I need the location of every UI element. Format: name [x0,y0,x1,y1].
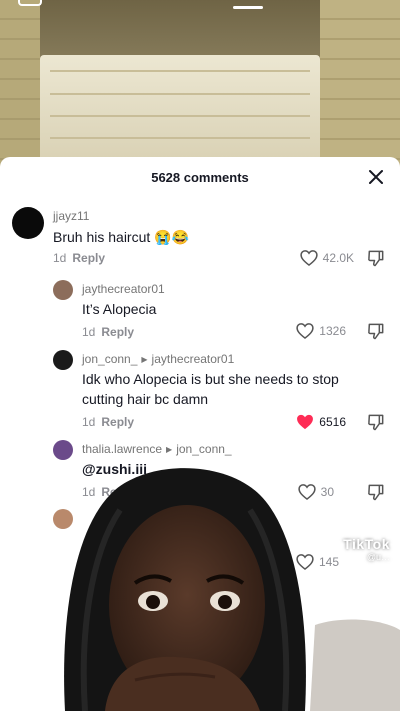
like-count: 42.0K [322,251,354,265]
dislike-icon[interactable] [366,248,386,268]
reply-arrow-icon: ▶ [141,355,148,364]
comment-count: 5628 comments [151,170,249,185]
reply-item: jon_conn_ ▶ jaythecreator01 Idk who Alopec… [0,347,400,437]
wall-panel-left [0,0,40,170]
comment-text: Bruh his haircut 😭😂 [53,229,190,245]
reply-to-username[interactable]: jon_conn_ [176,442,231,456]
tiktok-logo: TikTok [343,536,390,552]
reply-item: jaythecreator01 It’s Alopecia 1d Reply 13… [0,277,400,345]
heart-icon [299,250,318,267]
like-count: 6516 [319,415,346,429]
username-label[interactable]: thalia.lawrence [82,442,162,456]
like-button[interactable]: 6516 [295,412,346,432]
comment-username[interactable]: jjayz11 [53,209,89,223]
creator-face-overlay [64,468,400,711]
sheet-header: 5628 comments [0,157,400,197]
reply-button[interactable]: Reply [101,415,134,429]
top-indicator [233,6,263,9]
heart-icon [296,323,314,340]
reply-to-username[interactable]: jaythecreator01 [152,352,235,366]
top-left-icon[interactable] [18,0,42,6]
comment-meta: 1d Reply [82,325,134,339]
close-icon[interactable] [366,167,386,187]
comment-meta: 1d Reply [82,415,134,429]
comment-meta: 1d Reply [53,251,105,265]
tiktok-watermark: TikTok @u… [343,536,390,562]
avatar[interactable] [12,207,44,239]
reply-button[interactable]: Reply [72,251,105,265]
comment-item: jjayz11 Bruh his haircut 😭😂 1d Reply 42.0… [0,205,400,275]
heart-filled-icon [297,414,314,430]
avatar[interactable] [53,350,73,370]
wall-panel-right [320,0,400,170]
comment-text: It’s Alopecia [82,301,157,317]
avatar[interactable] [53,440,73,460]
username-label[interactable]: jon_conn_ [82,352,137,366]
reply-arrow-icon: ▶ [166,445,173,454]
avatar[interactable] [53,280,73,300]
comment-text: Idk who Alopecia is but she needs to sto… [82,371,339,407]
comment-username[interactable]: thalia.lawrence ▶ jon_conn_ [82,442,232,456]
comment-time: 1d [82,325,96,339]
like-button[interactable]: 42.0K [299,248,354,268]
reply-button[interactable]: Reply [101,325,134,339]
like-count: 1326 [319,324,346,338]
comment-time: 1d [82,415,96,429]
dislike-icon[interactable] [366,412,386,432]
watermark-handle: @u… [366,552,390,562]
dislike-icon[interactable] [366,321,386,341]
ceiling-light [40,55,320,165]
comment-username[interactable]: jaythecreator01 [82,282,165,296]
comment-time: 1d [53,251,67,265]
like-button[interactable]: 1326 [295,321,346,341]
comment-username[interactable]: jon_conn_ ▶ jaythecreator01 [82,352,234,366]
